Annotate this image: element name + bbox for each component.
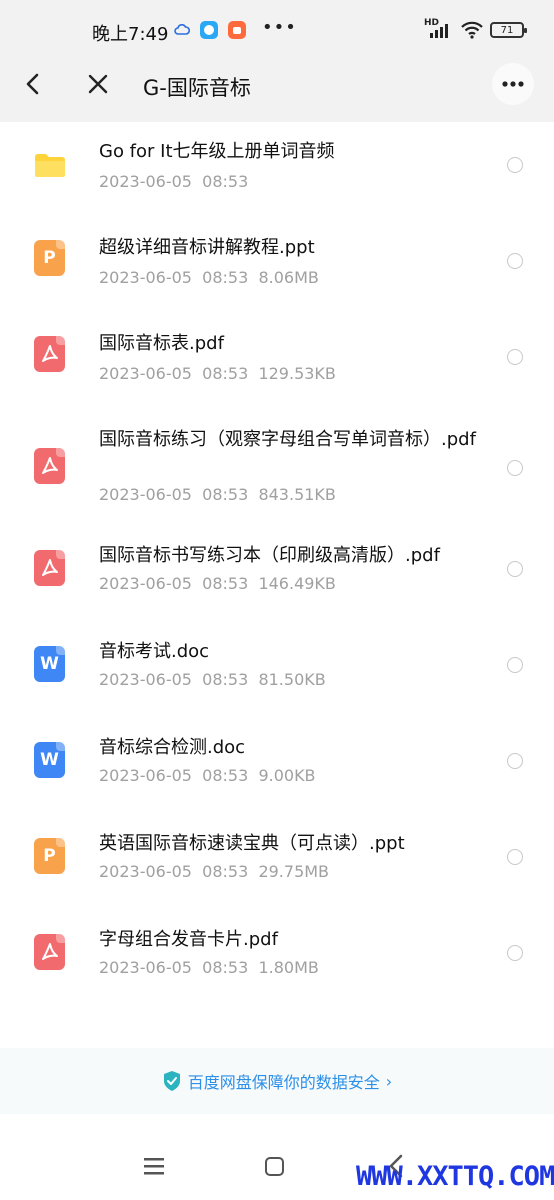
status-bar: 晚上7:49 ••• HD 71 bbox=[0, 0, 554, 46]
list-item-file[interactable]: W 音标综合检测.doc 2023-06-05 08:53 9.00KB bbox=[0, 720, 554, 816]
word-file-icon: W bbox=[34, 646, 65, 682]
select-radio[interactable] bbox=[507, 753, 523, 769]
file-meta: 2023-06-05 08:53 129.53KB bbox=[99, 364, 336, 383]
list-item-file[interactable]: P 超级详细音标讲解教程.ppt 2023-06-05 08:53 8.06MB bbox=[0, 218, 554, 314]
select-radio[interactable] bbox=[507, 561, 523, 577]
more-options-button[interactable] bbox=[492, 63, 534, 105]
list-item-file[interactable]: 国际音标表.pdf 2023-06-05 08:53 129.53KB bbox=[0, 314, 554, 410]
list-item-file[interactable]: 字母组合发音卡片.pdf 2023-06-05 08:53 1.80MB bbox=[0, 912, 554, 1008]
file-meta: 2023-06-05 08:53 81.50KB bbox=[99, 670, 326, 689]
file-name: 音标考试.doc bbox=[99, 641, 210, 662]
data-safety-banner[interactable]: 百度网盘保障你的数据安全 › bbox=[0, 1048, 554, 1114]
more-notifications-icon: ••• bbox=[262, 16, 297, 38]
back-button[interactable] bbox=[18, 68, 50, 100]
watermark: WWW.XXTTQ.COM bbox=[356, 1161, 554, 1192]
select-radio[interactable] bbox=[507, 849, 523, 865]
shop-app-icon bbox=[228, 21, 246, 39]
file-name: 音标综合检测.doc bbox=[99, 737, 246, 758]
file-name: 国际音标练习（观察字母组合写单词音标）.pdf bbox=[99, 429, 476, 450]
cloud-sync-icon bbox=[174, 24, 190, 35]
chat-app-icon bbox=[200, 21, 218, 39]
select-radio[interactable] bbox=[507, 945, 523, 961]
home-icon[interactable] bbox=[265, 1157, 284, 1176]
pdf-file-icon bbox=[34, 336, 65, 372]
select-radio[interactable] bbox=[507, 460, 523, 476]
select-radio[interactable] bbox=[507, 657, 523, 673]
list-item-file[interactable]: P 英语国际音标速读宝典（可点读）.ppt 2023-06-05 08:53 2… bbox=[0, 816, 554, 912]
file-name: 超级详细音标讲解教程.ppt bbox=[99, 237, 315, 258]
file-meta: 2023-06-05 08:53 bbox=[99, 172, 249, 191]
pdf-file-icon bbox=[34, 448, 65, 484]
select-radio[interactable] bbox=[507, 157, 523, 173]
close-button[interactable] bbox=[82, 68, 114, 100]
more-dots-icon bbox=[502, 81, 524, 87]
file-name: 字母组合发音卡片.pdf bbox=[99, 929, 278, 950]
battery-icon: 71 bbox=[490, 22, 527, 38]
folder-icon bbox=[34, 152, 66, 182]
file-name: 国际音标书写练习本（印刷级高清版）.pdf bbox=[99, 545, 440, 566]
top-navigation-bar: G-国际音标 bbox=[0, 46, 554, 122]
list-item-file[interactable]: 国际音标书写练习本（印刷级高清版）.pdf 2023-06-05 08:53 1… bbox=[0, 528, 554, 624]
page-title: G-国际音标 bbox=[143, 76, 251, 100]
list-item-folder[interactable]: Go for It七年级上册单词音频 2023-06-05 08:53 bbox=[0, 122, 554, 218]
close-icon bbox=[88, 74, 108, 94]
hd-label: HD bbox=[424, 18, 440, 28]
list-item-file[interactable]: W 音标考试.doc 2023-06-05 08:53 81.50KB bbox=[0, 624, 554, 720]
pdf-file-icon bbox=[34, 550, 65, 586]
list-item-file[interactable]: 国际音标练习（观察字母组合写单词音标）.pdf 2023-06-05 08:53… bbox=[0, 410, 554, 522]
chevron-left-icon bbox=[26, 73, 39, 95]
file-meta: 2023-06-05 08:53 9.00KB bbox=[99, 766, 316, 785]
file-meta: 2023-06-05 08:53 146.49KB bbox=[99, 574, 336, 593]
file-name: 国际音标表.pdf bbox=[99, 333, 224, 354]
status-time: 晚上7:49 bbox=[92, 24, 169, 45]
status-notification-icons: ••• bbox=[174, 17, 297, 39]
chevron-right-icon: › bbox=[385, 1071, 393, 1091]
pdf-file-icon bbox=[34, 934, 65, 970]
select-radio[interactable] bbox=[507, 349, 523, 365]
wifi-icon bbox=[461, 21, 483, 39]
recent-apps-icon[interactable] bbox=[143, 1156, 165, 1176]
file-meta: 2023-06-05 08:53 1.80MB bbox=[99, 958, 319, 977]
file-name: Go for It七年级上册单词音频 bbox=[99, 141, 335, 162]
file-meta: 2023-06-05 08:53 843.51KB bbox=[99, 485, 336, 504]
word-file-icon: W bbox=[34, 742, 65, 778]
ppt-file-icon: P bbox=[34, 838, 65, 874]
select-radio[interactable] bbox=[507, 253, 523, 269]
file-meta: 2023-06-05 08:53 29.75MB bbox=[99, 862, 330, 881]
file-name: 英语国际音标速读宝典（可点读）.ppt bbox=[99, 833, 405, 854]
shield-icon bbox=[163, 1071, 180, 1091]
status-right-icons: HD 71 bbox=[424, 18, 527, 40]
safety-text: 百度网盘保障你的数据安全 bbox=[187, 1073, 380, 1092]
file-meta: 2023-06-05 08:53 8.06MB bbox=[99, 268, 319, 287]
ppt-file-icon: P bbox=[34, 240, 65, 276]
signal-icon: HD bbox=[424, 18, 454, 40]
battery-level: 71 bbox=[500, 24, 514, 36]
